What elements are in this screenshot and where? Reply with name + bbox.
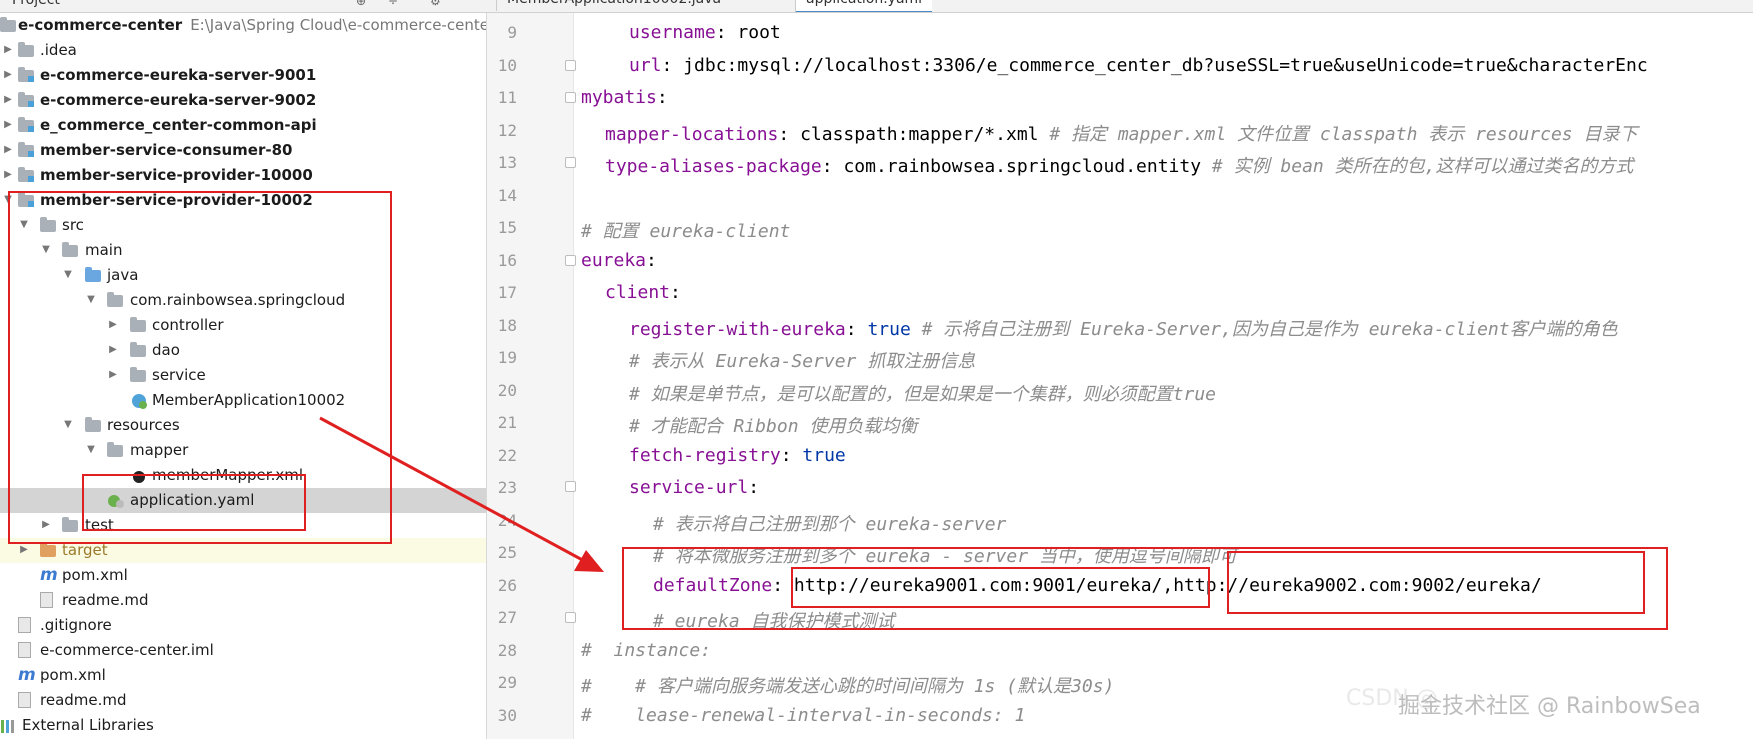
annotation-arrow <box>319 416 604 572</box>
watermark: 掘金技术社区 @ RainbowSea <box>1398 694 1701 719</box>
